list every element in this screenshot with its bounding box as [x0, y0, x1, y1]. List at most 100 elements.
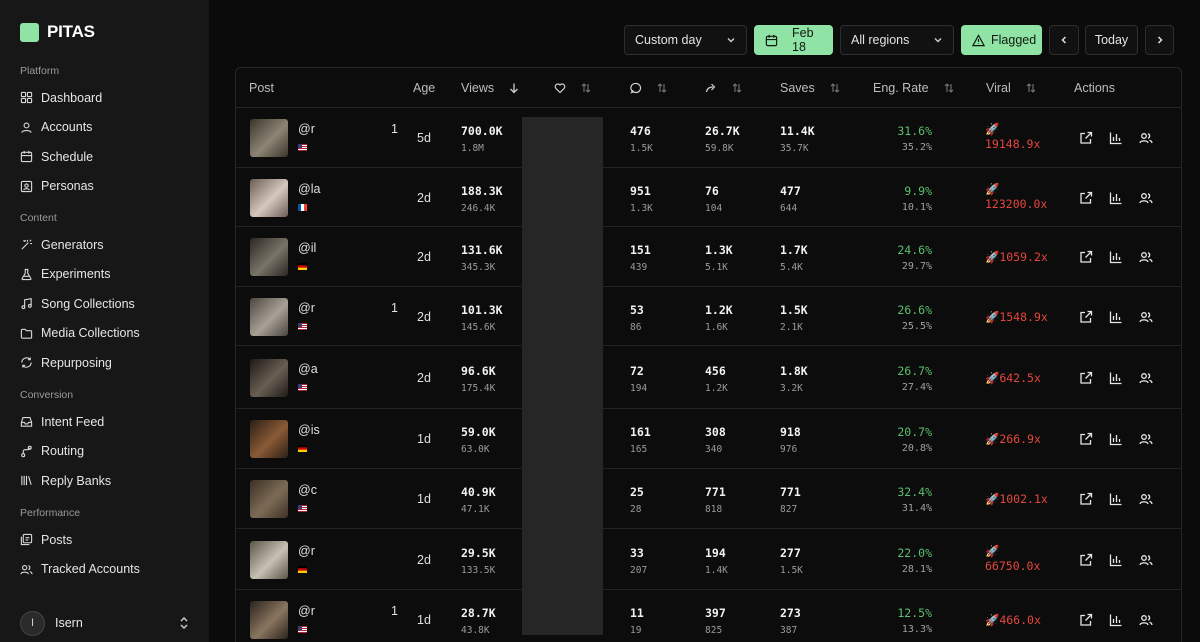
post-thumbnail[interactable] [250, 601, 288, 639]
external-link-icon[interactable] [1079, 191, 1093, 205]
external-link-icon[interactable] [1079, 432, 1093, 446]
sidebar-item-tracked-accounts[interactable]: Tracked Accounts [0, 555, 209, 585]
sidebar-item-dashboard[interactable]: Dashboard [0, 83, 209, 113]
cell-views: 700.0K 1.8M [461, 124, 503, 154]
external-link-icon[interactable] [1079, 553, 1093, 567]
sidebar-item-personas[interactable]: Personas [0, 172, 209, 202]
comments-total: 19 [630, 625, 642, 636]
post-thumbnail[interactable] [250, 178, 288, 217]
user-menu[interactable]: I Isern [20, 610, 190, 636]
users-icon[interactable] [1139, 371, 1153, 385]
external-link-icon[interactable] [1079, 492, 1093, 506]
post-thumbnail[interactable] [250, 420, 288, 458]
eng-rate-value: 20.7% [897, 425, 932, 439]
header-viral[interactable]: Viral [986, 68, 1037, 108]
users-icon[interactable] [1139, 131, 1153, 145]
account-handle[interactable]: @r [298, 544, 315, 558]
post-thumbnail[interactable] [250, 119, 288, 157]
account-handle[interactable]: @il [298, 241, 316, 255]
sidebar-item-song-collections[interactable]: Song Collections [0, 289, 209, 319]
shares-total: 1.6K [705, 321, 728, 333]
brand[interactable]: PITAS [20, 22, 95, 42]
day-select[interactable]: Custom day [624, 25, 747, 55]
bar-chart-icon[interactable] [1109, 250, 1123, 264]
users-icon[interactable] [1139, 613, 1153, 627]
bar-chart-icon[interactable] [1109, 310, 1123, 324]
header-age[interactable]: Age [413, 68, 435, 108]
table-row[interactable]: @is 1d 59.0K 63.0K 10.8K 11.6K 161 165 3… [236, 409, 1181, 469]
users-icon[interactable] [1139, 553, 1153, 567]
table-row[interactable]: @il 2d 131.6K 345.3K 29.2K 91.7K 151 439… [236, 227, 1181, 287]
account-handle[interactable]: @is [298, 423, 320, 437]
sidebar-item-schedule[interactable]: Schedule [0, 142, 209, 172]
header-views[interactable]: Views [461, 68, 520, 108]
post-thumbnail[interactable] [250, 238, 288, 276]
chevrons-up-down-icon[interactable] [178, 616, 190, 630]
post-thumbnail[interactable] [250, 358, 288, 397]
post-thumbnail[interactable] [250, 480, 288, 518]
account-handle[interactable]: @r [298, 122, 315, 136]
cell-age: 2d [417, 309, 431, 324]
sidebar-item-generators[interactable]: Generators [0, 230, 209, 260]
header-comments[interactable] [630, 68, 668, 108]
region-select[interactable]: All regions [840, 25, 954, 55]
cell-views: 29.5K 133.5K [461, 546, 496, 576]
header-post[interactable]: Post [249, 68, 274, 108]
bar-chart-icon[interactable] [1109, 371, 1123, 385]
sidebar-item-reply-banks[interactable]: Reply Banks [0, 466, 209, 496]
table-row[interactable]: @r 2d 29.5K 133.5K 6.0K 34.4K 33 207 194… [236, 529, 1181, 590]
header-shares[interactable] [705, 68, 743, 108]
external-link-icon[interactable] [1079, 371, 1093, 385]
users-icon[interactable] [1139, 432, 1153, 446]
bar-chart-icon[interactable] [1109, 492, 1123, 506]
today-button[interactable]: Today [1085, 25, 1138, 55]
header-eng-rate[interactable]: Eng. Rate [873, 68, 955, 108]
users-icon[interactable] [1139, 310, 1153, 324]
post-thumbnail[interactable] [250, 540, 288, 579]
account-handle[interactable]: @la [298, 182, 320, 196]
comments-value: 151 [630, 243, 651, 257]
external-link-icon[interactable] [1079, 131, 1093, 145]
users-icon[interactable] [1139, 250, 1153, 264]
table-row[interactable]: @a 2d 96.6K 175.4K 23.5K 43.5K 72 194 45… [236, 346, 1181, 409]
bar-chart-icon[interactable] [1109, 432, 1123, 446]
users-icon[interactable] [1139, 191, 1153, 205]
date-button[interactable]: Feb 18 [754, 25, 833, 55]
header-likes[interactable] [554, 68, 592, 108]
external-link-icon[interactable] [1079, 310, 1093, 324]
flagged-button[interactable]: Flagged [961, 25, 1042, 55]
account-handle[interactable]: @r [298, 301, 315, 315]
sidebar-item-repurposing[interactable]: Repurposing [0, 348, 209, 378]
table-row[interactable]: @r 1 5d 700.0K 1.8M 182.6K 537.0K 476 1.… [236, 108, 1181, 168]
bar-chart-icon[interactable] [1109, 191, 1123, 205]
header-saves[interactable]: Saves [780, 68, 841, 108]
users-icon[interactable] [1139, 492, 1153, 506]
external-link-icon[interactable] [1079, 613, 1093, 627]
post-thumbnail[interactable] [250, 297, 288, 336]
sidebar-item-routing[interactable]: Routing [0, 437, 209, 467]
header-views-label: Views [461, 81, 495, 95]
bar-chart-icon[interactable] [1109, 613, 1123, 627]
sidebar-item-media-collections[interactable]: Media Collections [0, 319, 209, 349]
table-row[interactable]: @r 1 1d 28.7K 43.8K 2.9K 4.6K 11 19 397 … [236, 590, 1181, 642]
sidebar-item-accounts[interactable]: Accounts [0, 113, 209, 143]
header-actions: Actions [1074, 68, 1115, 108]
cell-viral: 🚀 19148.9x [985, 122, 1040, 152]
table-row[interactable]: @la 2d 188.3K 246.4K 17.2K 22.7K 951 1.3… [236, 168, 1181, 227]
account-handle[interactable]: @r [298, 604, 315, 618]
sidebar-item-intent-feed[interactable]: Intent Feed [0, 407, 209, 437]
table-row[interactable]: @c 1d 40.9K 47.1K 11.7K 13.1K 25 28 771 … [236, 469, 1181, 529]
cell-age: 1d [417, 432, 431, 446]
bar-chart-icon[interactable] [1109, 131, 1123, 145]
app-root: PITAS Platform Dashboard Accounts Schedu… [0, 0, 1200, 642]
sidebar-item-posts[interactable]: Posts [0, 525, 209, 555]
rocket-icon: 🚀 [985, 181, 1000, 196]
account-handle[interactable]: @a [298, 362, 318, 376]
account-handle[interactable]: @c [298, 483, 317, 497]
external-link-icon[interactable] [1079, 250, 1093, 264]
next-day-button[interactable] [1145, 25, 1174, 55]
table-row[interactable]: @r 1 2d 101.3K 145.6K 24.2K 33.4K 53 86 … [236, 287, 1181, 346]
sidebar-item-experiments[interactable]: Experiments [0, 260, 209, 290]
bar-chart-icon[interactable] [1109, 553, 1123, 567]
prev-day-button[interactable] [1049, 25, 1079, 55]
